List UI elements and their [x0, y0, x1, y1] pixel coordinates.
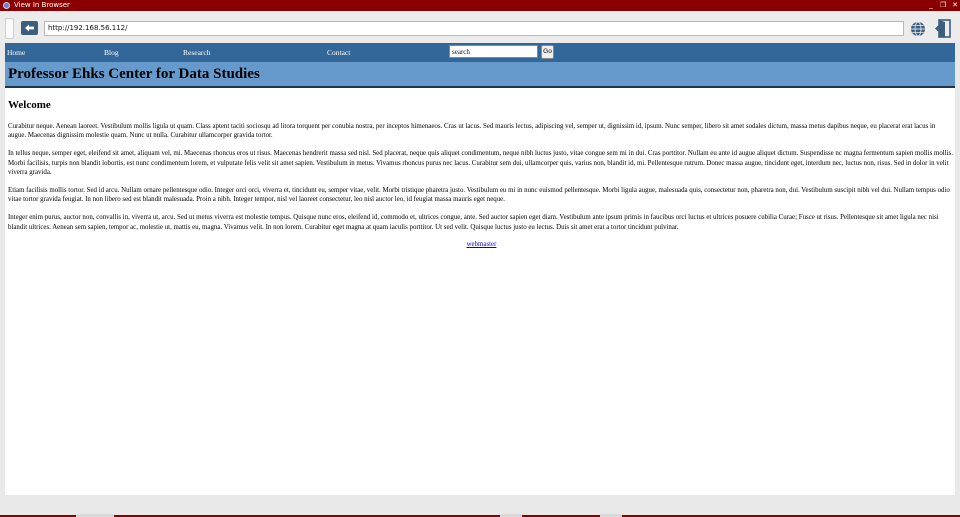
- site-title: Professor Ehks Center for Data Studies: [8, 66, 260, 82]
- back-button[interactable]: [21, 21, 38, 35]
- page-heading: Welcome: [8, 99, 51, 111]
- site-banner: Professor Ehks Center for Data Studies: [5, 62, 955, 88]
- status-bar: [0, 495, 960, 517]
- app-icon: [3, 2, 10, 9]
- nav-home-link[interactable]: Home: [7, 43, 25, 62]
- address-bar[interactable]: http://192.168.56.112/: [44, 21, 904, 36]
- window-titlebar: View In Browser _ ❐ ✕: [0, 0, 960, 11]
- browser-toolbar: http://192.168.56.112/: [0, 11, 960, 43]
- main-content: Welcome Curabitur neque. Aenean laoreet.…: [8, 98, 955, 248]
- paragraph: Curabitur neque. Aenean laoreet. Vestibu…: [8, 123, 936, 140]
- window-controls: _ ❐ ✕: [928, 0, 958, 11]
- paragraph: Etiam facilisis mollis tortor. Sed id ar…: [8, 187, 950, 204]
- search-go-button[interactable]: Go: [541, 45, 554, 59]
- nav-blog-link[interactable]: Blog: [104, 43, 119, 62]
- minimize-icon[interactable]: _: [928, 2, 934, 9]
- page-viewport: Home Blog Research Contact Go Professor …: [5, 43, 955, 495]
- globe-icon[interactable]: [910, 21, 926, 37]
- paragraph: In tellus neque, semper eget, eleifend s…: [8, 150, 953, 176]
- search-input[interactable]: [449, 45, 538, 58]
- window-title: View In Browser: [14, 1, 70, 9]
- nav-contact-link[interactable]: Contact: [327, 43, 350, 62]
- exit-door-icon[interactable]: [935, 19, 952, 38]
- restore-icon[interactable]: ❐: [940, 2, 946, 9]
- webmaster-link[interactable]: webmaster: [8, 241, 955, 248]
- site-navbar: Home Blog Research Contact Go: [5, 43, 955, 62]
- nav-research-link[interactable]: Research: [183, 43, 210, 62]
- paragraph: Integer enim purus, auctor non, convalli…: [8, 214, 939, 231]
- close-icon[interactable]: ✕: [952, 2, 958, 9]
- sidebar-handle[interactable]: [5, 18, 14, 39]
- back-arrow-icon: [25, 24, 34, 32]
